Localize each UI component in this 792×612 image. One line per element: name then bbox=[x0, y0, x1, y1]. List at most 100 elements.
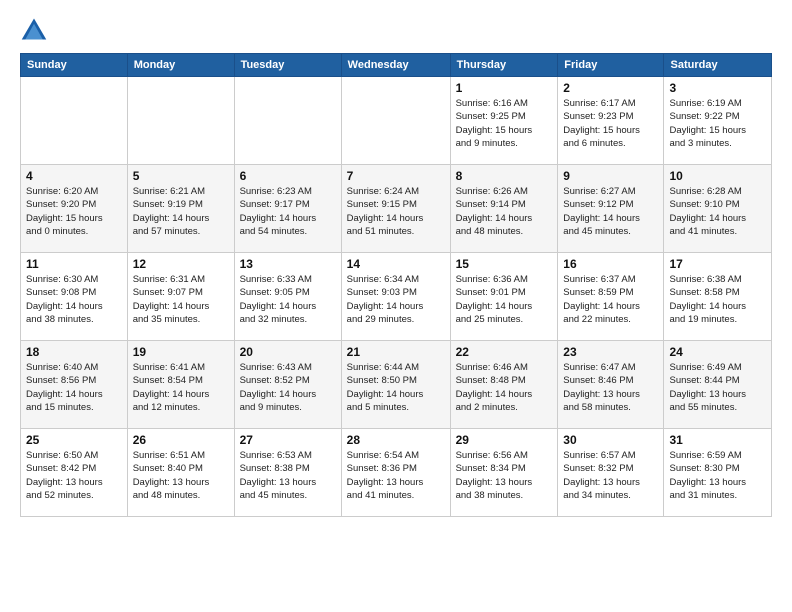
day-number: 21 bbox=[347, 345, 445, 359]
calendar-cell: 19Sunrise: 6:41 AM Sunset: 8:54 PM Dayli… bbox=[127, 341, 234, 429]
calendar-table: SundayMondayTuesdayWednesdayThursdayFrid… bbox=[20, 53, 772, 517]
calendar-cell: 2 Sunrise: 6:17 AM Sunset: 9:23 PM Daylig… bbox=[558, 77, 664, 165]
day-header-saturday: Saturday bbox=[664, 54, 772, 77]
calendar-cell bbox=[21, 77, 128, 165]
calendar-cell: 22Sunrise: 6:46 AM Sunset: 8:48 PM Dayli… bbox=[450, 341, 558, 429]
day-info: Sunrise: 6:27 AM Sunset: 9:12 PM Dayligh… bbox=[563, 185, 658, 238]
day-number: 30 bbox=[563, 433, 658, 447]
calendar-cell: 17Sunrise: 6:38 AM Sunset: 8:58 PM Dayli… bbox=[664, 253, 772, 341]
calendar-cell: 1 Sunrise: 6:16 AM Sunset: 9:25 PM Daylig… bbox=[450, 77, 558, 165]
calendar-week-2: 4 Sunrise: 6:20 AM Sunset: 9:20 PM Daylig… bbox=[21, 165, 772, 253]
day-number: 17 bbox=[669, 257, 766, 271]
day-info: Sunrise: 6:28 AM Sunset: 9:10 PM Dayligh… bbox=[669, 185, 766, 238]
calendar-cell: 18 Sunrise: 6:40 AM Sunset: 8:56 PM Dayli… bbox=[21, 341, 128, 429]
day-info: Sunrise: 6:33 AM Sunset: 9:05 PM Dayligh… bbox=[240, 273, 336, 326]
calendar-cell: 13 Sunrise: 6:33 AM Sunset: 9:05 PM Dayli… bbox=[234, 253, 341, 341]
day-info: Sunrise: 6:43 AM Sunset: 8:52 PM Dayligh… bbox=[240, 361, 336, 414]
calendar-cell: 7 Sunrise: 6:24 AM Sunset: 9:15 PM Daylig… bbox=[341, 165, 450, 253]
day-number: 14 bbox=[347, 257, 445, 271]
calendar-cell: 24 Sunrise: 6:49 AM Sunset: 8:44 PM Dayli… bbox=[664, 341, 772, 429]
calendar-cell: 29 Sunrise: 6:56 AM Sunset: 8:34 PM Dayli… bbox=[450, 429, 558, 517]
day-number: 16 bbox=[563, 257, 658, 271]
day-info: Sunrise: 6:44 AM Sunset: 8:50 PM Dayligh… bbox=[347, 361, 445, 414]
calendar-cell bbox=[234, 77, 341, 165]
day-number: 26 bbox=[133, 433, 229, 447]
day-header-tuesday: Tuesday bbox=[234, 54, 341, 77]
calendar-cell: 28 Sunrise: 6:54 AM Sunset: 8:36 PM Dayli… bbox=[341, 429, 450, 517]
calendar-cell: 3 Sunrise: 6:19 AM Sunset: 9:22 PM Daylig… bbox=[664, 77, 772, 165]
calendar-cell: 26 Sunrise: 6:51 AM Sunset: 8:40 PM Dayli… bbox=[127, 429, 234, 517]
day-info: Sunrise: 6:59 AM Sunset: 8:30 PM Dayligh… bbox=[669, 449, 766, 502]
day-info: Sunrise: 6:23 AM Sunset: 9:17 PM Dayligh… bbox=[240, 185, 336, 238]
day-number: 29 bbox=[456, 433, 553, 447]
day-number: 15 bbox=[456, 257, 553, 271]
day-info: Sunrise: 6:30 AM Sunset: 9:08 PM Dayligh… bbox=[26, 273, 122, 326]
calendar-cell: 4 Sunrise: 6:20 AM Sunset: 9:20 PM Daylig… bbox=[21, 165, 128, 253]
day-info: Sunrise: 6:41 AM Sunset: 8:54 PM Dayligh… bbox=[133, 361, 229, 414]
day-info: Sunrise: 6:56 AM Sunset: 8:34 PM Dayligh… bbox=[456, 449, 553, 502]
calendar-cell: 31 Sunrise: 6:59 AM Sunset: 8:30 PM Dayli… bbox=[664, 429, 772, 517]
day-number: 1 bbox=[456, 81, 553, 95]
calendar-cell: 12 Sunrise: 6:31 AM Sunset: 9:07 PM Dayli… bbox=[127, 253, 234, 341]
day-info: Sunrise: 6:16 AM Sunset: 9:25 PM Dayligh… bbox=[456, 97, 553, 150]
day-number: 8 bbox=[456, 169, 553, 183]
day-header-friday: Friday bbox=[558, 54, 664, 77]
page: SundayMondayTuesdayWednesdayThursdayFrid… bbox=[0, 0, 792, 612]
day-number: 20 bbox=[240, 345, 336, 359]
header bbox=[20, 15, 772, 43]
day-info: Sunrise: 6:49 AM Sunset: 8:44 PM Dayligh… bbox=[669, 361, 766, 414]
day-info: Sunrise: 6:50 AM Sunset: 8:42 PM Dayligh… bbox=[26, 449, 122, 502]
day-number: 4 bbox=[26, 169, 122, 183]
calendar-cell bbox=[341, 77, 450, 165]
day-number: 12 bbox=[133, 257, 229, 271]
day-number: 31 bbox=[669, 433, 766, 447]
calendar-week-3: 11 Sunrise: 6:30 AM Sunset: 9:08 PM Dayli… bbox=[21, 253, 772, 341]
day-number: 3 bbox=[669, 81, 766, 95]
day-info: Sunrise: 6:31 AM Sunset: 9:07 PM Dayligh… bbox=[133, 273, 229, 326]
day-info: Sunrise: 6:37 AM Sunset: 8:59 PM Dayligh… bbox=[563, 273, 658, 326]
calendar-cell: 23 Sunrise: 6:47 AM Sunset: 8:46 PM Dayli… bbox=[558, 341, 664, 429]
calendar-week-1: 1 Sunrise: 6:16 AM Sunset: 9:25 PM Daylig… bbox=[21, 77, 772, 165]
calendar-cell: 25 Sunrise: 6:50 AM Sunset: 8:42 PM Dayli… bbox=[21, 429, 128, 517]
calendar-cell: 15 Sunrise: 6:36 AM Sunset: 9:01 PM Dayli… bbox=[450, 253, 558, 341]
day-number: 10 bbox=[669, 169, 766, 183]
calendar-cell: 8 Sunrise: 6:26 AM Sunset: 9:14 PM Daylig… bbox=[450, 165, 558, 253]
day-info: Sunrise: 6:34 AM Sunset: 9:03 PM Dayligh… bbox=[347, 273, 445, 326]
calendar-cell: 16 Sunrise: 6:37 AM Sunset: 8:59 PM Dayli… bbox=[558, 253, 664, 341]
calendar-cell: 11 Sunrise: 6:30 AM Sunset: 9:08 PM Dayli… bbox=[21, 253, 128, 341]
day-header-wednesday: Wednesday bbox=[341, 54, 450, 77]
calendar-week-5: 25 Sunrise: 6:50 AM Sunset: 8:42 PM Dayli… bbox=[21, 429, 772, 517]
day-number: 24 bbox=[669, 345, 766, 359]
day-number: 13 bbox=[240, 257, 336, 271]
logo bbox=[20, 15, 52, 43]
day-info: Sunrise: 6:57 AM Sunset: 8:32 PM Dayligh… bbox=[563, 449, 658, 502]
calendar-cell bbox=[127, 77, 234, 165]
calendar-cell: 21 Sunrise: 6:44 AM Sunset: 8:50 PM Dayli… bbox=[341, 341, 450, 429]
day-number: 2 bbox=[563, 81, 658, 95]
day-info: Sunrise: 6:54 AM Sunset: 8:36 PM Dayligh… bbox=[347, 449, 445, 502]
day-number: 25 bbox=[26, 433, 122, 447]
calendar-header-row: SundayMondayTuesdayWednesdayThursdayFrid… bbox=[21, 54, 772, 77]
day-info: Sunrise: 6:19 AM Sunset: 9:22 PM Dayligh… bbox=[669, 97, 766, 150]
calendar-cell: 20 Sunrise: 6:43 AM Sunset: 8:52 PM Dayli… bbox=[234, 341, 341, 429]
day-info: Sunrise: 6:40 AM Sunset: 8:56 PM Dayligh… bbox=[26, 361, 122, 414]
day-info: Sunrise: 6:24 AM Sunset: 9:15 PM Dayligh… bbox=[347, 185, 445, 238]
day-number: 9 bbox=[563, 169, 658, 183]
day-info: Sunrise: 6:26 AM Sunset: 9:14 PM Dayligh… bbox=[456, 185, 553, 238]
day-info: Sunrise: 6:36 AM Sunset: 9:01 PM Dayligh… bbox=[456, 273, 553, 326]
day-info: Sunrise: 6:20 AM Sunset: 9:20 PM Dayligh… bbox=[26, 185, 122, 238]
calendar-cell: 5Sunrise: 6:21 AM Sunset: 9:19 PM Daylig… bbox=[127, 165, 234, 253]
day-number: 6 bbox=[240, 169, 336, 183]
day-info: Sunrise: 6:51 AM Sunset: 8:40 PM Dayligh… bbox=[133, 449, 229, 502]
day-number: 7 bbox=[347, 169, 445, 183]
day-number: 18 bbox=[26, 345, 122, 359]
day-number: 23 bbox=[563, 345, 658, 359]
day-number: 11 bbox=[26, 257, 122, 271]
day-header-monday: Monday bbox=[127, 54, 234, 77]
day-number: 27 bbox=[240, 433, 336, 447]
day-info: Sunrise: 6:47 AM Sunset: 8:46 PM Dayligh… bbox=[563, 361, 658, 414]
day-number: 28 bbox=[347, 433, 445, 447]
day-info: Sunrise: 6:17 AM Sunset: 9:23 PM Dayligh… bbox=[563, 97, 658, 150]
day-info: Sunrise: 6:21 AM Sunset: 9:19 PM Dayligh… bbox=[133, 185, 229, 238]
day-header-thursday: Thursday bbox=[450, 54, 558, 77]
